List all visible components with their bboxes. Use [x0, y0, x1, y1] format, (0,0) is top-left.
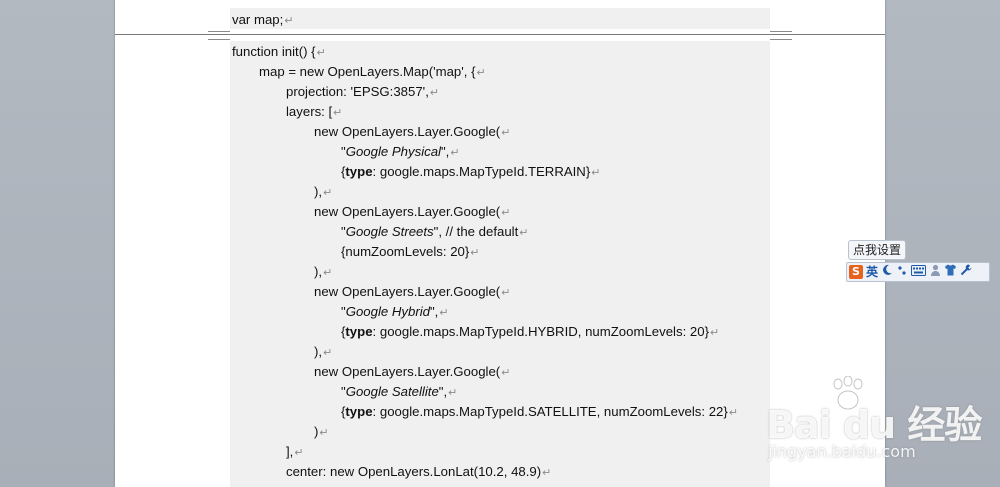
paragraph-mark: ↵: [284, 15, 294, 27]
code-fragment: ",: [440, 144, 450, 159]
paragraph-mark: ↵: [323, 187, 333, 199]
sogou-logo-icon[interactable]: S: [849, 265, 863, 279]
paragraph-mark: ↵: [542, 467, 552, 479]
code-fragment: new OpenLayers.Layer.Google(: [314, 284, 501, 299]
page-break-line: [115, 34, 885, 35]
baidu-brand-text: Bai du 经验: [766, 403, 982, 447]
paragraph-mark: ↵: [476, 67, 486, 79]
code-line[interactable]: "Google Streets", // the default↵: [341, 224, 528, 241]
code-line[interactable]: map = new OpenLayers.Map('map', {↵: [259, 64, 486, 81]
user-icon[interactable]: [929, 264, 941, 280]
code-fragment: var map;: [232, 12, 284, 27]
ime-language-toggle[interactable]: 英: [866, 264, 878, 280]
code-fragment: function init() {: [232, 44, 316, 59]
paragraph-mark: ↵: [319, 427, 329, 439]
code-line[interactable]: {type: google.maps.MapTypeId.HYBRID, num…: [341, 324, 719, 341]
code-fragment: : google.maps.MapTypeId.HYBRID, numZoomL…: [372, 324, 709, 339]
code-fragment: Google Physical: [345, 144, 441, 159]
crop-mark-left-h2: [208, 39, 230, 40]
wrench-icon[interactable]: [960, 264, 972, 280]
code-fragment: ),: [314, 344, 323, 359]
code-fragment: type: [345, 324, 373, 339]
code-fragment: type: [345, 404, 373, 419]
paragraph-mark: ↵: [501, 287, 511, 299]
code-line[interactable]: new OpenLayers.Layer.Google(↵: [314, 364, 510, 381]
code-line[interactable]: {type: google.maps.MapTypeId.SATELLITE, …: [341, 404, 738, 421]
paragraph-mark: ↵: [450, 147, 460, 159]
moon-icon[interactable]: [881, 264, 893, 280]
paragraph-mark: ↵: [448, 387, 458, 399]
code-line[interactable]: "Google Hybrid",↵: [341, 304, 449, 321]
keyboard-icon[interactable]: [911, 264, 927, 280]
paragraph-mark: ↵: [429, 87, 440, 99]
code-fragment: new OpenLayers.Layer.Google(: [314, 204, 501, 219]
paragraph-mark: ↵: [728, 407, 739, 419]
paragraph-mark: ↵: [323, 347, 333, 359]
code-fragment: ",: [438, 384, 448, 399]
code-line[interactable]: {numZoomLevels: 20}↵: [341, 244, 480, 261]
code-line[interactable]: ),↵: [314, 344, 332, 361]
paragraph-mark: ↵: [294, 447, 304, 459]
code-line[interactable]: layers: [↵: [286, 104, 342, 121]
code-line[interactable]: new OpenLayers.Layer.Google(↵: [314, 204, 510, 221]
code-fragment: ", // the default: [433, 224, 519, 239]
paragraph-mark: ↵: [709, 327, 720, 339]
crop-mark-right-h2: [770, 39, 792, 40]
paragraph-mark: ↵: [519, 227, 529, 239]
code-fragment: type: [345, 164, 373, 179]
code-fragment: : google.maps.MapTypeId.TERRAIN}: [372, 164, 591, 179]
punctuation-icon[interactable]: [896, 264, 908, 280]
paragraph-mark: ↵: [591, 167, 601, 179]
code-fragment: Google Satellite: [345, 384, 439, 399]
code-fragment: map = new OpenLayers.Map('map', {: [259, 64, 476, 79]
code-line[interactable]: {type: google.maps.MapTypeId.TERRAIN}↵: [341, 164, 600, 181]
paragraph-mark: ↵: [501, 127, 511, 139]
code-fragment: : google.maps.MapTypeId.SATELLITE, numZo…: [372, 404, 728, 419]
code-fragment: ),: [314, 264, 323, 279]
code-line[interactable]: )↵: [314, 424, 329, 441]
code-fragment: new OpenLayers.Layer.Google(: [314, 124, 501, 139]
code-fragment: projection: 'EPSG:3857',: [286, 84, 429, 99]
skin-icon[interactable]: [944, 264, 957, 280]
code-fragment: center: new OpenLayers.LonLat(10.2, 48.9…: [286, 464, 542, 479]
paragraph-mark: ↵: [501, 367, 511, 379]
paragraph-mark: ↵: [439, 307, 449, 319]
code-line[interactable]: new OpenLayers.Layer.Google(↵: [314, 284, 510, 301]
paragraph-mark: ↵: [501, 207, 511, 219]
code-line[interactable]: ],↵: [286, 444, 304, 461]
code-line[interactable]: center: new OpenLayers.LonLat(10.2, 48.9…: [286, 464, 551, 481]
code-fragment: ): [314, 424, 319, 439]
code-line[interactable]: ),↵: [314, 184, 332, 201]
page-break-gap: [230, 29, 770, 41]
paragraph-mark: ↵: [323, 267, 333, 279]
paragraph-mark: ↵: [316, 47, 326, 59]
code-line[interactable]: projection: 'EPSG:3857',↵: [286, 84, 439, 101]
code-fragment: new OpenLayers.Layer.Google(: [314, 364, 501, 379]
code-line[interactable]: "Google Physical",↵: [341, 144, 460, 161]
code-fragment: Google Hybrid: [345, 304, 430, 319]
baidu-url-text: jingyan.baidu.com: [768, 442, 916, 461]
paragraph-mark: ↵: [470, 247, 480, 259]
code-fragment: {numZoomLevels: 20}: [341, 244, 470, 259]
code-line[interactable]: ),↵: [314, 264, 332, 281]
crop-mark-right-h: [770, 31, 792, 32]
code-line[interactable]: "Google Satellite",↵: [341, 384, 457, 401]
code-fragment: ],: [286, 444, 294, 459]
code-line[interactable]: new OpenLayers.Layer.Google(↵: [314, 124, 510, 141]
code-fragment: ",: [429, 304, 439, 319]
code-fragment: layers: [: [286, 104, 333, 119]
code-fragment: ),: [314, 184, 323, 199]
ime-settings-tooltip[interactable]: 点我设置: [848, 240, 907, 260]
code-fragment: Google Streets: [345, 224, 434, 239]
baidu-watermark: Bai du 经验 jingyan.baidu.com: [758, 376, 998, 466]
code-line[interactable]: var map;↵: [232, 12, 294, 29]
paragraph-mark: ↵: [333, 107, 343, 119]
code-line[interactable]: function init() {↵: [232, 44, 326, 61]
ime-toolbar[interactable]: S 英: [846, 262, 990, 282]
crop-mark-left-h: [208, 31, 230, 32]
